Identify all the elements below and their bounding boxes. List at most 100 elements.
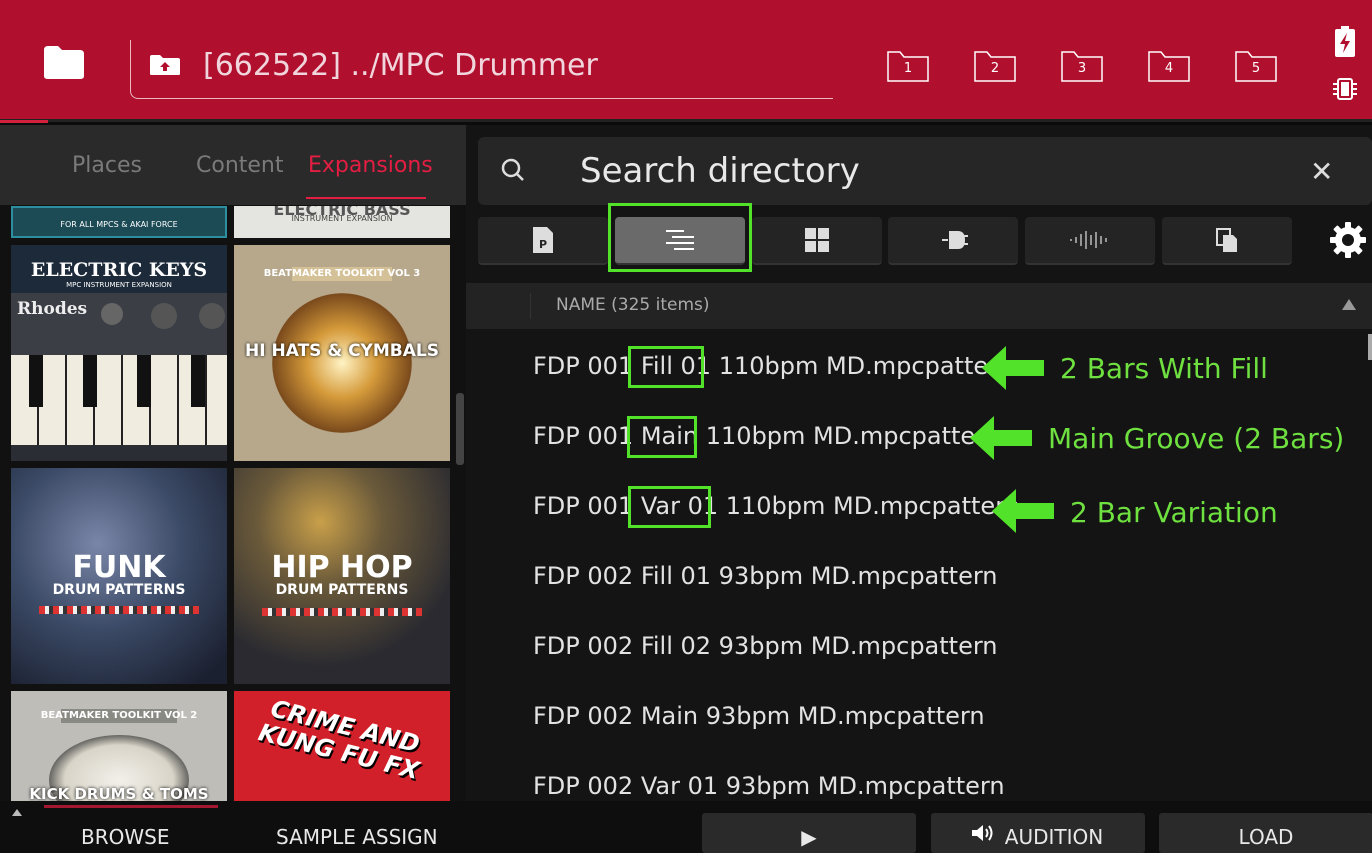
file-row[interactable]: FDP 001 Main 110bpm MD.mpcpattern <box>533 422 1000 450</box>
file-row[interactable]: FDP 002 Var 01 93bpm MD.mpcpattern <box>533 772 1005 800</box>
cymbal-graphic <box>272 293 412 433</box>
file-row[interactable]: FDP 002 Main 93bpm MD.mpcpattern <box>533 702 985 730</box>
filter-grid-button[interactable] <box>752 217 882 265</box>
column-separator <box>530 293 531 319</box>
slot-number: 2 <box>990 61 1000 76</box>
annotation-highlight-box <box>628 486 711 528</box>
filter-plugin-button[interactable] <box>888 217 1018 265</box>
audition-label: AUDITION <box>1004 825 1104 849</box>
load-label: LOAD <box>1238 825 1294 849</box>
file-row[interactable]: FDP 001 Fill 01 110bpm MD.mpcpattern <box>533 352 1013 380</box>
list-scrollbar[interactable] <box>1368 334 1372 360</box>
svg-text:P: P <box>539 238 547 251</box>
file-row[interactable]: FDP 002 Fill 02 93bpm MD.mpcpattern <box>533 632 998 660</box>
annotation-label: 2 Bars With Fill <box>1060 352 1268 385</box>
sample-assign-button[interactable]: SAMPLE ASSIGN <box>276 825 438 849</box>
file-name-part: FDP 001 <box>533 422 641 450</box>
folder-slot-3[interactable]: 3 <box>1061 50 1103 82</box>
name-column-label: NAME (325 items) <box>556 295 710 315</box>
path-field[interactable]: [662522] ../MPC Drummer <box>130 40 833 99</box>
browse-button[interactable]: BROWSE <box>81 825 169 849</box>
column-header[interactable]: NAME (325 items) <box>466 283 1372 329</box>
expansion-subtitle: BEATMAKER TOOLKIT VOL 3 <box>263 268 421 279</box>
expansion-title: KICK DRUMS & TOMS <box>29 785 209 801</box>
expansion-tile[interactable]: HIP HOP DRUM PATTERNS <box>234 468 450 684</box>
annotation-label: Main Groove (2 Bars) <box>1048 422 1345 455</box>
file-name-part: FDP 001 <box>533 352 641 380</box>
expansion-subtitle: BEATMAKER TOOLKIT VOL 2 <box>40 710 198 721</box>
load-button[interactable]: LOAD <box>1159 813 1372 853</box>
search-input[interactable]: Search directory <box>580 151 860 191</box>
file-row[interactable]: FDP 001 Var 01 110bpm MD.mpcpattern <box>533 492 1020 520</box>
battery-charging-icon <box>1335 26 1355 57</box>
file-row[interactable]: FDP 002 Fill 01 93bpm MD.mpcpattern <box>533 562 998 590</box>
expansion-tile[interactable]: CRIME AND KUNG FU FX <box>234 691 450 801</box>
search-bar[interactable]: Search directory ✕ <box>478 137 1372 205</box>
folder-slot-4[interactable]: 4 <box>1148 50 1190 82</box>
annotation-arrow-icon <box>982 346 1044 390</box>
annotation-arrow-icon <box>970 416 1032 460</box>
sort-ascending-icon[interactable] <box>1342 299 1356 310</box>
plugin-icon <box>942 231 968 249</box>
file-name-part: 110bpm MD.mpcpattern <box>698 422 1000 450</box>
folder-icon[interactable] <box>42 44 86 80</box>
folder-up-icon[interactable] <box>149 54 181 76</box>
file-name-part: FDP 001 <box>533 492 641 520</box>
file-name: FDP 002 Fill 02 93bpm MD.mpcpattern <box>533 632 998 660</box>
annotation-highlight-box <box>628 346 704 388</box>
left-scrollbar[interactable] <box>456 393 464 465</box>
slot-number: 4 <box>1164 61 1174 76</box>
expansion-title: CRIME AND KUNG FU FX <box>255 694 423 786</box>
tab-content[interactable]: Content <box>196 153 284 178</box>
knob-graphic <box>101 303 123 325</box>
pattern-strip-graphic <box>39 606 199 614</box>
gear-icon[interactable] <box>1330 222 1366 258</box>
expansion-subtitle: DRUM PATTERNS <box>52 582 186 598</box>
audition-button[interactable]: AUDITION <box>931 813 1145 853</box>
program-file-icon: P <box>533 227 553 253</box>
black-keys-graphic <box>11 355 227 407</box>
knob-graphic <box>151 303 177 329</box>
filter-audio-button[interactable] <box>1025 217 1155 265</box>
expansion-tile[interactable]: FUNK DRUM PATTERNS <box>11 468 227 684</box>
filter-copy-button[interactable] <box>1162 217 1292 265</box>
close-icon[interactable]: ✕ <box>1310 155 1333 188</box>
expansion-tile[interactable]: FOR ALL MPCS & AKAI FORCE <box>11 206 227 238</box>
expansion-tile[interactable]: ELECTRIC BASS INSTRUMENT EXPANSION <box>234 206 450 238</box>
expansion-subtitle: MPC INSTRUMENT EXPANSION <box>66 281 172 289</box>
expansion-tile[interactable]: BEATMAKER TOOLKIT VOL 3 HI HATS & CYMBAL… <box>234 245 450 461</box>
expansion-subtitle: FOR ALL MPCS & AKAI FORCE <box>60 220 178 229</box>
active-tab-underline <box>306 197 426 199</box>
filter-program-button[interactable]: P <box>478 217 608 265</box>
expansion-title: FUNK <box>72 550 166 585</box>
tab-places[interactable]: Places <box>72 153 142 178</box>
tab-indicator <box>44 805 218 808</box>
file-name-part: 110bpm MD.mpcpattern <box>718 492 1020 520</box>
progress-indicator <box>0 120 48 123</box>
expansion-subtitle: INSTRUMENT EXPANSION <box>291 214 393 223</box>
file-name: FDP 002 Fill 01 93bpm MD.mpcpattern <box>533 562 998 590</box>
annotation-arrow-icon <box>992 489 1054 533</box>
play-icon: ▶ <box>801 825 817 849</box>
pattern-strip-graphic <box>262 608 422 616</box>
folder-slot-2[interactable]: 2 <box>974 50 1016 82</box>
expansion-title: HI HATS & CYMBALS <box>245 341 439 361</box>
play-button[interactable]: ▶ <box>702 813 916 853</box>
tab-expansions[interactable]: Expansions <box>308 153 433 178</box>
browser-tabs: Places Content Expansions <box>0 125 466 205</box>
search-icon[interactable] <box>500 157 528 185</box>
expansion-title: HIP HOP <box>271 550 413 585</box>
file-name: FDP 002 Var 01 93bpm MD.mpcpattern <box>533 772 1005 800</box>
annotation-highlight-box <box>627 416 697 458</box>
folder-slot-1[interactable]: 1 <box>887 50 929 82</box>
file-name: FDP 002 Main 93bpm MD.mpcpattern <box>533 702 985 730</box>
expansion-brand: Rhodes <box>17 299 88 319</box>
expansion-tile[interactable]: BEATMAKER TOOLKIT VOL 2 KICK DRUMS & TOM… <box>11 691 227 801</box>
expansion-tile[interactable]: ELECTRIC KEYS MPC INSTRUMENT EXPANSION R… <box>11 245 227 461</box>
expand-arrow-icon[interactable] <box>12 809 22 816</box>
folder-slot-5[interactable]: 5 <box>1235 50 1277 82</box>
slot-number: 1 <box>903 61 913 76</box>
expansion-title: ELECTRIC KEYS <box>30 259 208 281</box>
slot-number: 5 <box>1251 61 1261 76</box>
copy-icon <box>1216 228 1237 252</box>
